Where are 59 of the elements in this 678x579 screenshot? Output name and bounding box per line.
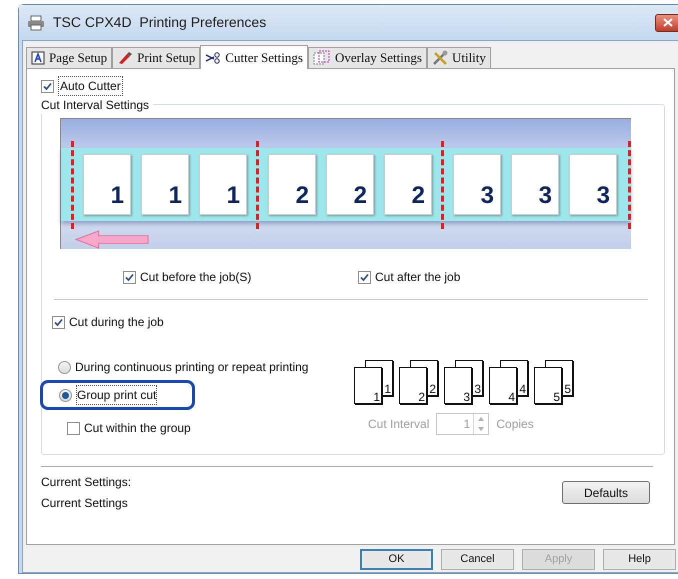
tab[interactable]: Page Setup bbox=[26, 47, 112, 68]
defaults-button[interactable]: Defaults bbox=[562, 481, 650, 504]
check-icon bbox=[43, 82, 52, 90]
page-number: 1 bbox=[110, 184, 124, 208]
page-number: 1 bbox=[226, 184, 240, 208]
pen-icon bbox=[117, 51, 134, 65]
tools-icon bbox=[432, 50, 448, 66]
current-settings-value: Current Settings bbox=[41, 495, 129, 512]
scissors-icon bbox=[205, 52, 222, 64]
checkbox[interactable] bbox=[67, 422, 80, 434]
field-label: Cut Interval bbox=[368, 416, 430, 433]
close-icon bbox=[663, 18, 673, 27]
printer-icon bbox=[27, 14, 45, 30]
checkbox-label: Cut before the job(S) bbox=[140, 269, 252, 286]
page-number: 1 bbox=[168, 184, 182, 208]
check-icon bbox=[360, 272, 369, 282]
page-number: 3 bbox=[480, 184, 494, 208]
page-number: 3 bbox=[538, 184, 552, 208]
page-number: 1 bbox=[384, 383, 391, 395]
radio-button[interactable] bbox=[59, 388, 72, 402]
tab[interactable]: Utility bbox=[426, 47, 491, 68]
overlay-pages-icon bbox=[312, 50, 331, 66]
page-number: 4 bbox=[508, 391, 515, 403]
arrow-left-icon bbox=[73, 230, 151, 249]
page-number: 4 bbox=[519, 383, 526, 395]
page-number: 3 bbox=[474, 383, 481, 395]
page-number: 2 bbox=[418, 391, 425, 403]
checkbox-label: Cut within the group bbox=[84, 420, 191, 437]
field-unit: Copies bbox=[496, 416, 534, 433]
page-number: 5 bbox=[553, 391, 560, 403]
radio-button[interactable] bbox=[58, 360, 71, 374]
checkbox-label: Cut after the job bbox=[375, 269, 460, 286]
dialog-button[interactable]: Cancel bbox=[441, 549, 514, 570]
checkbox[interactable] bbox=[41, 80, 54, 92]
dialog-button[interactable]: Help bbox=[603, 549, 676, 570]
page-letter-icon bbox=[31, 51, 45, 65]
checkbox[interactable] bbox=[123, 270, 136, 284]
close-button[interactable] bbox=[655, 14, 678, 32]
tab[interactable]: Print Setup bbox=[112, 47, 200, 68]
dialog-button[interactable]: OK bbox=[360, 549, 433, 570]
radio-label: During continuous printing or repeat printing bbox=[75, 359, 308, 376]
checkbox[interactable] bbox=[358, 270, 371, 284]
page-number: 3 bbox=[463, 391, 470, 403]
page-number: 2 bbox=[296, 184, 309, 208]
page-number: 2 bbox=[354, 184, 367, 208]
page-number: 1 bbox=[373, 391, 380, 403]
checkbox-label: Cut during the job bbox=[69, 314, 164, 331]
checkbox[interactable] bbox=[52, 316, 65, 328]
window-title: TSC CPX4D Printing Preferences bbox=[53, 13, 266, 32]
page-number: 2 bbox=[412, 184, 425, 208]
check-icon bbox=[125, 272, 134, 282]
tab[interactable]: Overlay Settings bbox=[308, 47, 427, 68]
page-number: 2 bbox=[429, 383, 436, 395]
check-icon bbox=[54, 318, 63, 326]
current-settings-label: Current Settings: bbox=[41, 474, 132, 491]
tab[interactable]: Cutter Settings bbox=[200, 45, 308, 69]
radio-label: Group print cut bbox=[76, 385, 158, 405]
page-number: 5 bbox=[564, 383, 571, 395]
page-number: 3 bbox=[596, 184, 610, 208]
